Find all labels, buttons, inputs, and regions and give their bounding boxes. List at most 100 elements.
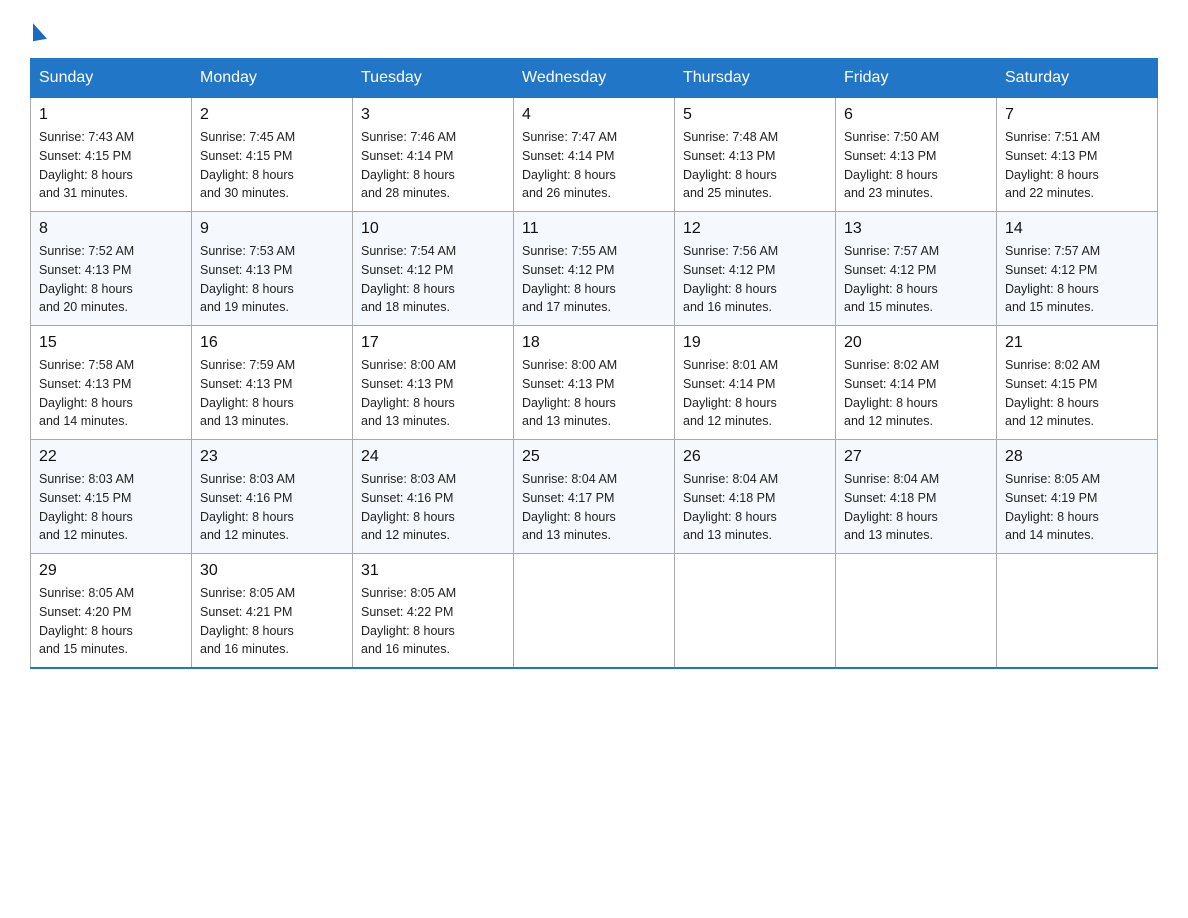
day-info: Sunrise: 7:51 AMSunset: 4:13 PMDaylight:…: [1005, 128, 1149, 203]
day-number: 1: [39, 106, 183, 124]
page-header: [30, 20, 1158, 38]
day-number: 4: [522, 106, 666, 124]
calendar-week-row: 15 Sunrise: 7:58 AMSunset: 4:13 PMDaylig…: [31, 326, 1158, 440]
calendar-day-cell: 5 Sunrise: 7:48 AMSunset: 4:13 PMDayligh…: [675, 98, 836, 212]
day-number: 19: [683, 334, 827, 352]
day-info: Sunrise: 7:53 AMSunset: 4:13 PMDaylight:…: [200, 242, 344, 317]
day-of-week-header: Thursday: [675, 59, 836, 98]
day-info: Sunrise: 7:55 AMSunset: 4:12 PMDaylight:…: [522, 242, 666, 317]
day-of-week-header: Saturday: [997, 59, 1158, 98]
day-info: Sunrise: 8:00 AMSunset: 4:13 PMDaylight:…: [361, 356, 505, 431]
day-info: Sunrise: 7:50 AMSunset: 4:13 PMDaylight:…: [844, 128, 988, 203]
calendar-week-row: 22 Sunrise: 8:03 AMSunset: 4:15 PMDaylig…: [31, 440, 1158, 554]
calendar-day-cell: [836, 554, 997, 669]
day-info: Sunrise: 8:03 AMSunset: 4:16 PMDaylight:…: [200, 470, 344, 545]
day-number: 12: [683, 220, 827, 238]
calendar-day-cell: 30 Sunrise: 8:05 AMSunset: 4:21 PMDaylig…: [192, 554, 353, 669]
day-info: Sunrise: 7:59 AMSunset: 4:13 PMDaylight:…: [200, 356, 344, 431]
calendar-day-cell: 18 Sunrise: 8:00 AMSunset: 4:13 PMDaylig…: [514, 326, 675, 440]
calendar-day-cell: 9 Sunrise: 7:53 AMSunset: 4:13 PMDayligh…: [192, 212, 353, 326]
day-of-week-header: Sunday: [31, 59, 192, 98]
day-info: Sunrise: 8:03 AMSunset: 4:15 PMDaylight:…: [39, 470, 183, 545]
day-number: 2: [200, 106, 344, 124]
day-number: 9: [200, 220, 344, 238]
calendar-day-cell: 31 Sunrise: 8:05 AMSunset: 4:22 PMDaylig…: [353, 554, 514, 669]
calendar-day-cell: 24 Sunrise: 8:03 AMSunset: 4:16 PMDaylig…: [353, 440, 514, 554]
calendar-day-cell: 7 Sunrise: 7:51 AMSunset: 4:13 PMDayligh…: [997, 98, 1158, 212]
day-info: Sunrise: 8:04 AMSunset: 4:18 PMDaylight:…: [844, 470, 988, 545]
day-info: Sunrise: 8:05 AMSunset: 4:22 PMDaylight:…: [361, 584, 505, 659]
day-info: Sunrise: 7:45 AMSunset: 4:15 PMDaylight:…: [200, 128, 344, 203]
calendar-day-cell: [514, 554, 675, 669]
day-number: 30: [200, 562, 344, 580]
calendar-day-cell: 22 Sunrise: 8:03 AMSunset: 4:15 PMDaylig…: [31, 440, 192, 554]
day-number: 10: [361, 220, 505, 238]
calendar-day-cell: 1 Sunrise: 7:43 AMSunset: 4:15 PMDayligh…: [31, 98, 192, 212]
day-number: 15: [39, 334, 183, 352]
day-number: 28: [1005, 448, 1149, 466]
day-number: 7: [1005, 106, 1149, 124]
calendar-day-cell: 11 Sunrise: 7:55 AMSunset: 4:12 PMDaylig…: [514, 212, 675, 326]
calendar-day-cell: 28 Sunrise: 8:05 AMSunset: 4:19 PMDaylig…: [997, 440, 1158, 554]
day-of-week-header: Monday: [192, 59, 353, 98]
day-number: 6: [844, 106, 988, 124]
day-number: 26: [683, 448, 827, 466]
day-number: 29: [39, 562, 183, 580]
day-info: Sunrise: 7:54 AMSunset: 4:12 PMDaylight:…: [361, 242, 505, 317]
calendar-day-cell: 23 Sunrise: 8:03 AMSunset: 4:16 PMDaylig…: [192, 440, 353, 554]
day-number: 14: [1005, 220, 1149, 238]
calendar-day-cell: 3 Sunrise: 7:46 AMSunset: 4:14 PMDayligh…: [353, 98, 514, 212]
day-number: 16: [200, 334, 344, 352]
day-info: Sunrise: 8:04 AMSunset: 4:18 PMDaylight:…: [683, 470, 827, 545]
day-number: 8: [39, 220, 183, 238]
day-info: Sunrise: 7:43 AMSunset: 4:15 PMDaylight:…: [39, 128, 183, 203]
calendar-day-cell: 16 Sunrise: 7:59 AMSunset: 4:13 PMDaylig…: [192, 326, 353, 440]
day-info: Sunrise: 7:48 AMSunset: 4:13 PMDaylight:…: [683, 128, 827, 203]
day-of-week-header: Friday: [836, 59, 997, 98]
day-number: 18: [522, 334, 666, 352]
calendar-table: SundayMondayTuesdayWednesdayThursdayFrid…: [30, 58, 1158, 669]
day-info: Sunrise: 7:56 AMSunset: 4:12 PMDaylight:…: [683, 242, 827, 317]
calendar-week-row: 8 Sunrise: 7:52 AMSunset: 4:13 PMDayligh…: [31, 212, 1158, 326]
calendar-day-cell: 6 Sunrise: 7:50 AMSunset: 4:13 PMDayligh…: [836, 98, 997, 212]
day-of-week-header: Tuesday: [353, 59, 514, 98]
calendar-day-cell: 13 Sunrise: 7:57 AMSunset: 4:12 PMDaylig…: [836, 212, 997, 326]
day-info: Sunrise: 8:05 AMSunset: 4:20 PMDaylight:…: [39, 584, 183, 659]
calendar-day-cell: 10 Sunrise: 7:54 AMSunset: 4:12 PMDaylig…: [353, 212, 514, 326]
day-number: 23: [200, 448, 344, 466]
logo: [30, 20, 47, 38]
day-info: Sunrise: 7:57 AMSunset: 4:12 PMDaylight:…: [1005, 242, 1149, 317]
day-info: Sunrise: 7:52 AMSunset: 4:13 PMDaylight:…: [39, 242, 183, 317]
day-number: 13: [844, 220, 988, 238]
day-number: 5: [683, 106, 827, 124]
day-info: Sunrise: 8:03 AMSunset: 4:16 PMDaylight:…: [361, 470, 505, 545]
day-info: Sunrise: 8:02 AMSunset: 4:15 PMDaylight:…: [1005, 356, 1149, 431]
calendar-day-cell: 21 Sunrise: 8:02 AMSunset: 4:15 PMDaylig…: [997, 326, 1158, 440]
calendar-day-cell: 15 Sunrise: 7:58 AMSunset: 4:13 PMDaylig…: [31, 326, 192, 440]
logo-arrow-icon: [33, 21, 47, 41]
calendar-day-cell: 29 Sunrise: 8:05 AMSunset: 4:20 PMDaylig…: [31, 554, 192, 669]
calendar-day-cell: 17 Sunrise: 8:00 AMSunset: 4:13 PMDaylig…: [353, 326, 514, 440]
calendar-header-row: SundayMondayTuesdayWednesdayThursdayFrid…: [31, 59, 1158, 98]
day-number: 25: [522, 448, 666, 466]
day-info: Sunrise: 8:05 AMSunset: 4:21 PMDaylight:…: [200, 584, 344, 659]
day-info: Sunrise: 8:02 AMSunset: 4:14 PMDaylight:…: [844, 356, 988, 431]
calendar-day-cell: 26 Sunrise: 8:04 AMSunset: 4:18 PMDaylig…: [675, 440, 836, 554]
day-info: Sunrise: 8:05 AMSunset: 4:19 PMDaylight:…: [1005, 470, 1149, 545]
calendar-week-row: 1 Sunrise: 7:43 AMSunset: 4:15 PMDayligh…: [31, 98, 1158, 212]
day-number: 20: [844, 334, 988, 352]
calendar-day-cell: 4 Sunrise: 7:47 AMSunset: 4:14 PMDayligh…: [514, 98, 675, 212]
day-number: 24: [361, 448, 505, 466]
day-info: Sunrise: 7:57 AMSunset: 4:12 PMDaylight:…: [844, 242, 988, 317]
day-number: 17: [361, 334, 505, 352]
calendar-day-cell: 27 Sunrise: 8:04 AMSunset: 4:18 PMDaylig…: [836, 440, 997, 554]
day-info: Sunrise: 7:46 AMSunset: 4:14 PMDaylight:…: [361, 128, 505, 203]
day-number: 31: [361, 562, 505, 580]
calendar-day-cell: 25 Sunrise: 8:04 AMSunset: 4:17 PMDaylig…: [514, 440, 675, 554]
day-of-week-header: Wednesday: [514, 59, 675, 98]
day-info: Sunrise: 8:00 AMSunset: 4:13 PMDaylight:…: [522, 356, 666, 431]
day-number: 3: [361, 106, 505, 124]
day-number: 22: [39, 448, 183, 466]
day-number: 11: [522, 220, 666, 238]
calendar-week-row: 29 Sunrise: 8:05 AMSunset: 4:20 PMDaylig…: [31, 554, 1158, 669]
